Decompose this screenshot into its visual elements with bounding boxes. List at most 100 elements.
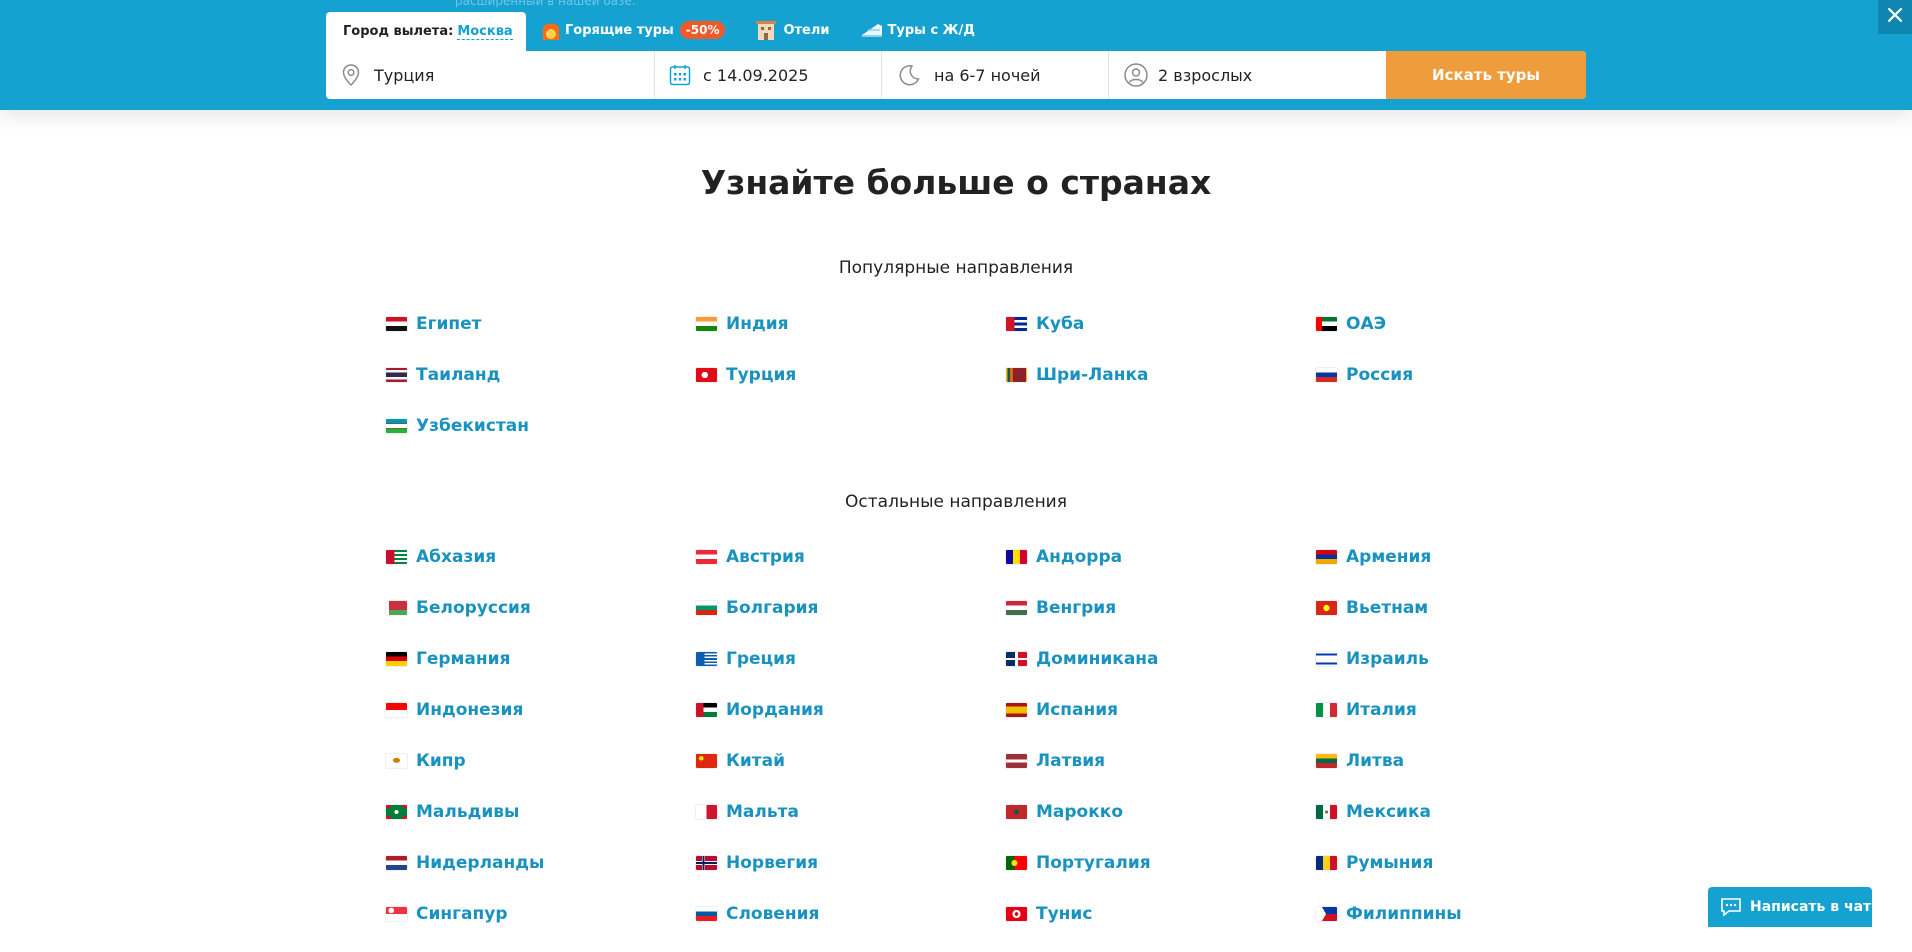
country-name: Латвия [1036,751,1106,771]
country-link-morocco[interactable]: Марокко [1006,799,1316,825]
country-name: Мальта [726,802,799,822]
hot-tours-link[interactable]: Горящие туры -50% [543,20,726,40]
russia-flag-icon [1316,368,1337,382]
country-link-spain[interactable]: Испания [1006,697,1316,723]
country-link-singapore[interactable]: Сингапур [386,901,696,927]
country-link-vietnam[interactable]: Вьетнам [1316,595,1626,621]
hotel-icon [755,20,777,40]
country-name: ОАЭ [1346,314,1387,334]
country-name: Индонезия [416,700,524,720]
guests-value: 2 взрослых [1158,65,1253,85]
country-name: Нидерланды [416,853,545,873]
turkey-flag-icon [696,368,717,382]
india-flag-icon [696,317,717,331]
thailand-flag-icon [386,368,407,382]
country-link-germany[interactable]: Германия [386,646,696,672]
country-link-belarus[interactable]: Белоруссия [386,595,696,621]
other-section-title: Остальные направления [845,492,1067,512]
country-link-lithuania[interactable]: Литва [1316,748,1626,774]
romania-flag-icon [1316,856,1337,870]
country-link-andorra[interactable]: Андорра [1006,544,1316,570]
country-link-thailand[interactable]: Таиланд [386,362,696,388]
date-value: с 14.09.2025 [703,65,809,85]
country-link-portugal[interactable]: Португалия [1006,850,1316,876]
country-link-norway[interactable]: Норвегия [696,850,1006,876]
nights-value: на 6-7 ночей [934,65,1041,85]
departure-label: Город вылета: [343,24,454,39]
latvia-flag-icon [1006,754,1027,768]
country-name: Армения [1346,547,1432,567]
country-link-latvia[interactable]: Латвия [1006,748,1316,774]
country-link-india[interactable]: Индия [696,311,1006,337]
train-tours-link[interactable]: Туры с Ж/Д [860,20,975,40]
country-link-cyprus[interactable]: Кипр [386,748,696,774]
country-link-malta[interactable]: Мальта [696,799,1006,825]
country-link-tunisia[interactable]: Тунис [1006,901,1316,927]
country-name: Сингапур [416,904,508,924]
country-name: Португалия [1036,853,1151,873]
country-link-abkhazia[interactable]: Абхазия [386,544,696,570]
country-link-netherlands[interactable]: Нидерланды [386,850,696,876]
country-name: Австрия [726,547,805,567]
country-link-hungary[interactable]: Венгрия [1006,595,1316,621]
nights-field[interactable]: на 6-7 ночей [882,51,1109,99]
country-link-cuba[interactable]: Куба [1006,311,1316,337]
country-link-uzbekistan[interactable]: Узбекистан [386,413,696,439]
country-link-romania[interactable]: Румыния [1316,850,1626,876]
search-tours-button[interactable]: Искать туры [1386,51,1586,99]
destination-field[interactable]: Турция [326,51,655,99]
country-link-philippines[interactable]: Филиппины [1316,901,1626,927]
bulgaria-flag-icon [696,601,717,615]
country-link-greece[interactable]: Греция [696,646,1006,672]
country-link-slovenia[interactable]: Словения [696,901,1006,927]
close-icon[interactable]: × [1878,0,1912,34]
country-link-jordan[interactable]: Иордания [696,697,1006,723]
chat-button[interactable]: Написать в чат [1708,887,1872,927]
country-name: Таиланд [416,365,501,385]
country-link-uae[interactable]: ОАЭ [1316,311,1626,337]
netherlands-flag-icon [386,856,407,870]
abkhazia-flag-icon [386,550,407,564]
israel-flag-icon [1316,652,1337,666]
country-link-china[interactable]: Китай [696,748,1006,774]
country-link-srilanka[interactable]: Шри-Ланка [1006,362,1316,388]
country-link-bulgaria[interactable]: Болгария [696,595,1006,621]
country-name: Узбекистан [416,416,529,436]
portugal-flag-icon [1006,856,1027,870]
maldives-flag-icon [386,805,407,819]
country-link-egypt[interactable]: Египет [386,311,696,337]
moon-icon [899,64,920,86]
country-link-dominicana[interactable]: Доминикана [1006,646,1316,672]
greece-flag-icon [696,652,717,666]
philippines-flag-icon [1316,907,1337,921]
country-link-israel[interactable]: Израиль [1316,646,1626,672]
country-link-turkey[interactable]: Турция [696,362,1006,388]
user-icon [1124,63,1148,87]
popular-countries-list: Египет Индия Куба ОАЭ Таиланд Турция Шри-Ланка… [386,311,1636,464]
country-name: Испания [1036,700,1119,720]
mexico-flag-icon [1316,805,1337,819]
uae-flag-icon [1316,317,1337,331]
departure-city-link[interactable]: Москва [457,24,513,40]
norway-flag-icon [696,856,717,870]
country-link-indonesia[interactable]: Индонезия [386,697,696,723]
country-link-italy[interactable]: Италия [1316,697,1626,723]
vietnam-flag-icon [1316,601,1337,615]
hotels-link[interactable]: Отели [755,20,830,40]
country-link-austria[interactable]: Австрия [696,544,1006,570]
country-link-mexico[interactable]: Мексика [1316,799,1626,825]
search-header: расширенный в нашей базе. Город вылета: … [0,0,1912,110]
country-name: Индия [726,314,789,334]
country-link-russia[interactable]: Россия [1316,362,1626,388]
country-link-armenia[interactable]: Армения [1316,544,1626,570]
search-form: Турция с 14.09.2025 на 6-7 ночей 2 взрос… [326,51,1586,99]
hotels-label: Отели [783,22,830,38]
guests-field[interactable]: 2 взрослых [1109,51,1386,99]
country-name: Куба [1036,314,1085,334]
hungary-flag-icon [1006,601,1027,615]
country-name: Италия [1346,700,1417,720]
morocco-flag-icon [1006,805,1027,819]
date-field[interactable]: с 14.09.2025 [655,51,882,99]
country-link-maldives[interactable]: Мальдивы [386,799,696,825]
country-name: Иордания [726,700,824,720]
